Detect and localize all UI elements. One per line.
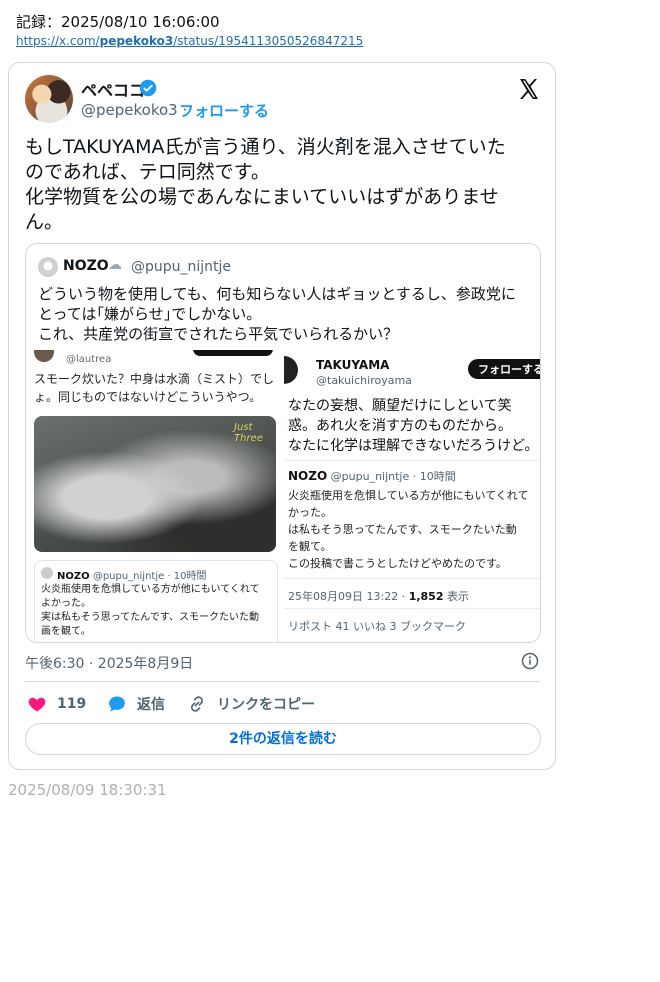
embedded-quote-avatar [41,567,53,579]
embedded-name: TAKUYAMA [316,358,390,372]
verified-badge-icon [139,79,157,97]
embedded-views-label: 表示 [446,590,469,603]
embedded-quote-name: NOZO [288,469,328,483]
embedded-line: なたの妄想、願望だけにしといて笑 [288,398,512,414]
quote-text: どういう物を使用しても、何も知らない人はギョッとするし、参政党に とっては｢嫌が… [38,284,533,344]
embedded-line: ょ。同じものではないけどこういうやつ。 [34,390,262,404]
embedded-quote-line: この投稿で書こうとしたけどやめたのです。 [288,557,507,570]
embedded-text: なたの妄想、願望だけにしといて笑 惑。あれ火を消す方のものだから。 なたに化学は… [288,396,538,456]
quoted-tweet[interactable]: NOZO ☁ @pupu_nijntje どういう物を使用しても、何も知らない人… [25,243,541,643]
embedded-quote-name: NOZO [57,571,90,582]
embedded-timestamp: 25年08月09日 13:22 · 1,852 表示 [288,588,469,604]
handle-text: @pepekoko3 [81,101,178,119]
like-count: 119 [57,696,87,712]
quote-line: これ、共産党の街宣でされたら平気でいられるかい？ [38,325,399,343]
photo-watermark: Just Three [234,422,263,444]
cloud-icon: ☁ [108,257,122,273]
reply-label: 返信 [137,697,165,713]
heart-icon [28,697,46,712]
like-button[interactable]: 119 [27,693,86,715]
embedded-follow-button: フォローする [468,359,540,379]
tweet-timestamp[interactable]: 午後6:30 · 2025年8月9日 [25,653,193,673]
embedded-quote-line: 火炎瓶使用を危惧している方が他にもいてくれて [41,584,260,595]
embedded-quote-head: NOZO @pupu_nijntje · 10時間 [57,567,207,582]
capture-time: 2025/08/09 18:30:31 [8,781,167,799]
embedded-quote-line: 画を観て。 [41,626,91,637]
embedded-quote-line: を観て。 [288,540,332,553]
handle: @pepekoko3 · [81,101,187,119]
record-url-suffix: /status/1954113050526847215 [173,34,364,48]
embedded-follow-button [193,350,273,356]
record-url-prefix: https://x.com/ [16,34,100,48]
embedded-quote-text: 火炎瓶使用を危惧している方が他にもいてくれて かった。 は私もそう思ってたんです… [288,487,528,572]
embedded-handle: @takuichiroyama [316,374,412,387]
embedded-avatar [34,350,54,362]
embedded-handle: @lautrea [66,354,112,365]
avatar[interactable] [25,75,73,123]
reply-bubble-icon [109,696,125,712]
x-logo-icon[interactable] [517,77,541,101]
embedded-line: なたに化学は理解できないだろうけど。 [288,438,539,454]
display-name[interactable]: ペペココ [81,77,145,101]
embedded-screenshot-left[interactable]: @lautrea スモーク炊いた？中身は水滴（ミスト）でし ょ。同じものではない… [26,350,284,642]
tweet-line: ん。 [25,211,64,233]
embedded-quote-line: 実は私もそう思ってたんです、スモークたいた動 [41,612,259,623]
link-icon [190,696,204,712]
divider [284,460,540,461]
tweet-line: 化学物質を公の場であんなにまいていいはずがありませ [25,186,499,208]
embedded-quote-line: 火炎瓶使用を危惧している方が他にもいてくれて [288,489,529,502]
tweet-card: ペペココ @pepekoko3 · フォローする もしTAKUYAMA氏が言う通… [8,62,556,770]
quote-avatar [38,257,58,277]
tweet-line: のであれば、テロ同然です。 [25,161,270,183]
tweet-line: もしTAKUYAMA氏が言う通り、消火剤を混入させていた [25,136,506,158]
divider [284,608,540,609]
info-icon[interactable] [521,652,539,670]
embedded-quote-line: は私もそう思ってたんです、スモークたいた動 [288,523,517,536]
copy-link-button[interactable]: リンクをコピー [187,693,315,715]
record-url-user: pepekoko3 [99,34,174,48]
copy-link-label: リンクをコピー [217,697,315,713]
record-url[interactable]: https://x.com/pepekoko3/status/195411305… [16,34,363,48]
embedded-quote-meta: @pupu_nijntje · 10時間 [92,571,207,582]
embedded-line: 惑。あれ火を消す方のものだから。 [288,418,512,434]
embedded-time: 25年08月09日 13:22 · [288,590,406,603]
embedded-quote-line: かった。 [288,506,332,519]
quote-line: どういう物を使用しても、何も知らない人はギョッとするし、参政党に [38,285,516,303]
embedded-quote-meta: @pupu_nijntje · 10時間 [330,470,456,483]
embedded-avatar [284,356,298,384]
embedded-text: スモーク炊いた？中身は水滴（ミスト）でし ょ。同じものではないけどこういうやつ。 [34,370,274,406]
embedded-quote-card: NOZO @pupu_nijntje · 10時間 火炎瓶使用を危惧している方が… [34,560,278,642]
embedded-stats: リポスト 41 いいね 3 ブックマーク [288,620,466,633]
follow-link[interactable]: フォローする [179,100,269,121]
divider [25,681,541,682]
quote-line: とっては｢嫌がらせ｣でしかない。 [38,305,262,323]
embedded-quote-text: 火炎瓶使用を危惧している方が他にもいてくれて よかった。 実は私もそう思ってたん… [41,583,260,639]
divider [284,578,540,579]
tweet-text: もしTAKUYAMA氏が言う通り、消火剤を混入させていた のであれば、テロ同然で… [25,135,541,235]
embedded-line: スモーク炊いた？中身は水滴（ミスト）でし [34,372,275,386]
quote-handle: @pupu_nijntje [131,259,232,275]
embedded-quote-line: よかった。 [41,598,91,609]
embedded-views: 1,852 [408,590,444,603]
record-line: 記録：2025/08/10 16:06:00 [16,13,220,31]
embedded-screenshot-right[interactable]: TAKUYAMA @takuichiroyama フォローする なたの妄想、願望… [284,350,540,642]
embedded-quote-head: NOZO @pupu_nijntje · 10時間 [288,468,456,484]
reply-button[interactable]: 返信 [107,693,165,715]
quote-name: NOZO [63,258,109,274]
read-replies-button[interactable]: 2件の返信を読む [25,723,541,755]
